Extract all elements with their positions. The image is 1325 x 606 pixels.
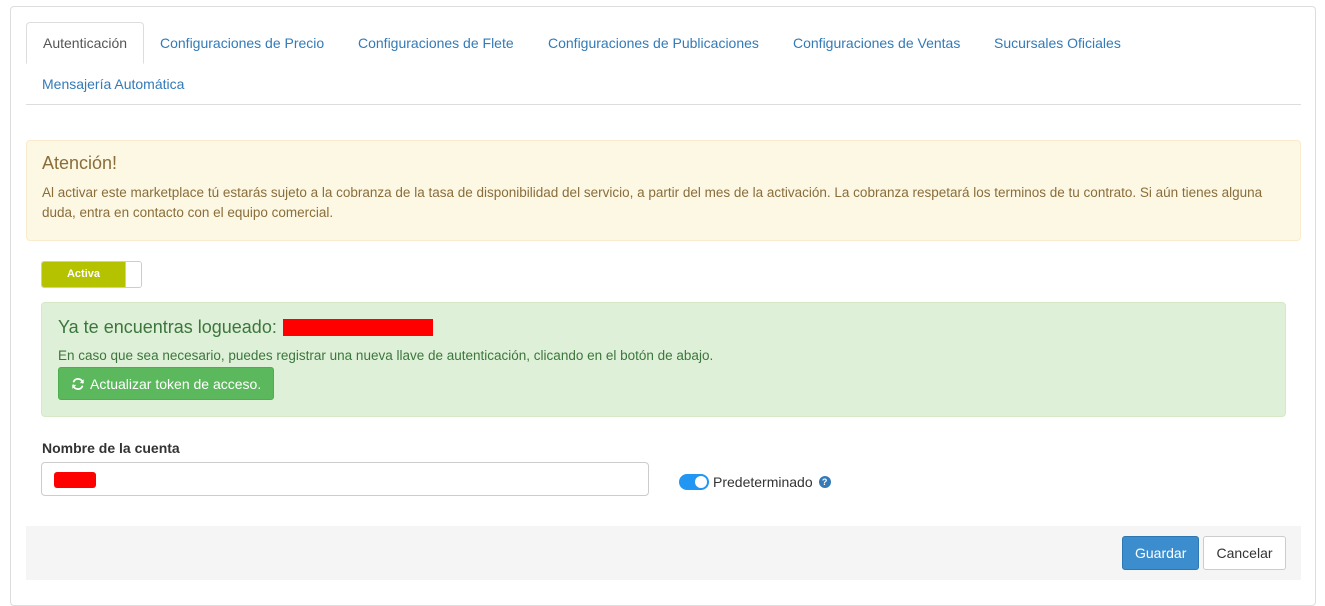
form-footer: Guardar Cancelar — [26, 526, 1301, 580]
refresh-token-label: Actualizar token de acceso. — [90, 375, 262, 392]
warning-alert: Atención! Al activar este marketplace tú… — [26, 140, 1301, 241]
default-switch[interactable] — [679, 474, 709, 490]
redacted-account-name — [54, 472, 96, 488]
tab-configuraciones-precio[interactable]: Configuraciones de Precio — [144, 22, 340, 64]
default-switch-knob — [695, 476, 707, 488]
login-title: Ya te encuentras logueado: — [58, 317, 277, 337]
help-icon[interactable]: ? — [818, 476, 831, 488]
status-toggle-label: Activa — [42, 262, 125, 287]
tab-bar: Autenticación Configuraciones de Precio … — [26, 22, 1301, 105]
save-button[interactable]: Guardar — [1122, 536, 1199, 570]
login-title-row: Ya te encuentras logueado: — [58, 317, 1269, 338]
status-toggle[interactable]: Activa — [41, 261, 142, 288]
tab-configuraciones-publicaciones[interactable]: Configuraciones de Publicaciones — [532, 22, 775, 64]
login-alert: Ya te encuentras logueado: En caso que s… — [41, 302, 1286, 417]
settings-panel: Autenticación Configuraciones de Precio … — [10, 6, 1316, 606]
tab-autenticacion[interactable]: Autenticación — [26, 22, 145, 64]
refresh-icon — [72, 377, 84, 390]
tab-sucursales-oficiales[interactable]: Sucursales Oficiales — [978, 22, 1137, 64]
account-name-input[interactable] — [41, 462, 649, 496]
status-toggle-handle — [125, 262, 141, 287]
refresh-token-button[interactable]: Actualizar token de acceso. — [58, 367, 275, 400]
warning-text: Al activar este marketplace tú estarás s… — [42, 185, 1263, 220]
tab-configuraciones-ventas[interactable]: Configuraciones de Ventas — [777, 22, 976, 64]
tab-mensajeria-automatica[interactable]: Mensajería Automática — [26, 63, 200, 105]
warning-title: Atención! — [42, 153, 118, 173]
default-switch-label: Predeterminado — [713, 474, 813, 490]
redacted-username — [282, 319, 433, 336]
cancel-button[interactable]: Cancelar — [1203, 536, 1286, 570]
tab-configuraciones-flete[interactable]: Configuraciones de Flete — [342, 22, 530, 64]
login-text: En caso que sea necesario, puedes regist… — [58, 348, 714, 363]
account-name-label: Nombre de la cuenta — [42, 440, 180, 456]
default-switch-group: Predeterminado ? — [679, 474, 831, 490]
